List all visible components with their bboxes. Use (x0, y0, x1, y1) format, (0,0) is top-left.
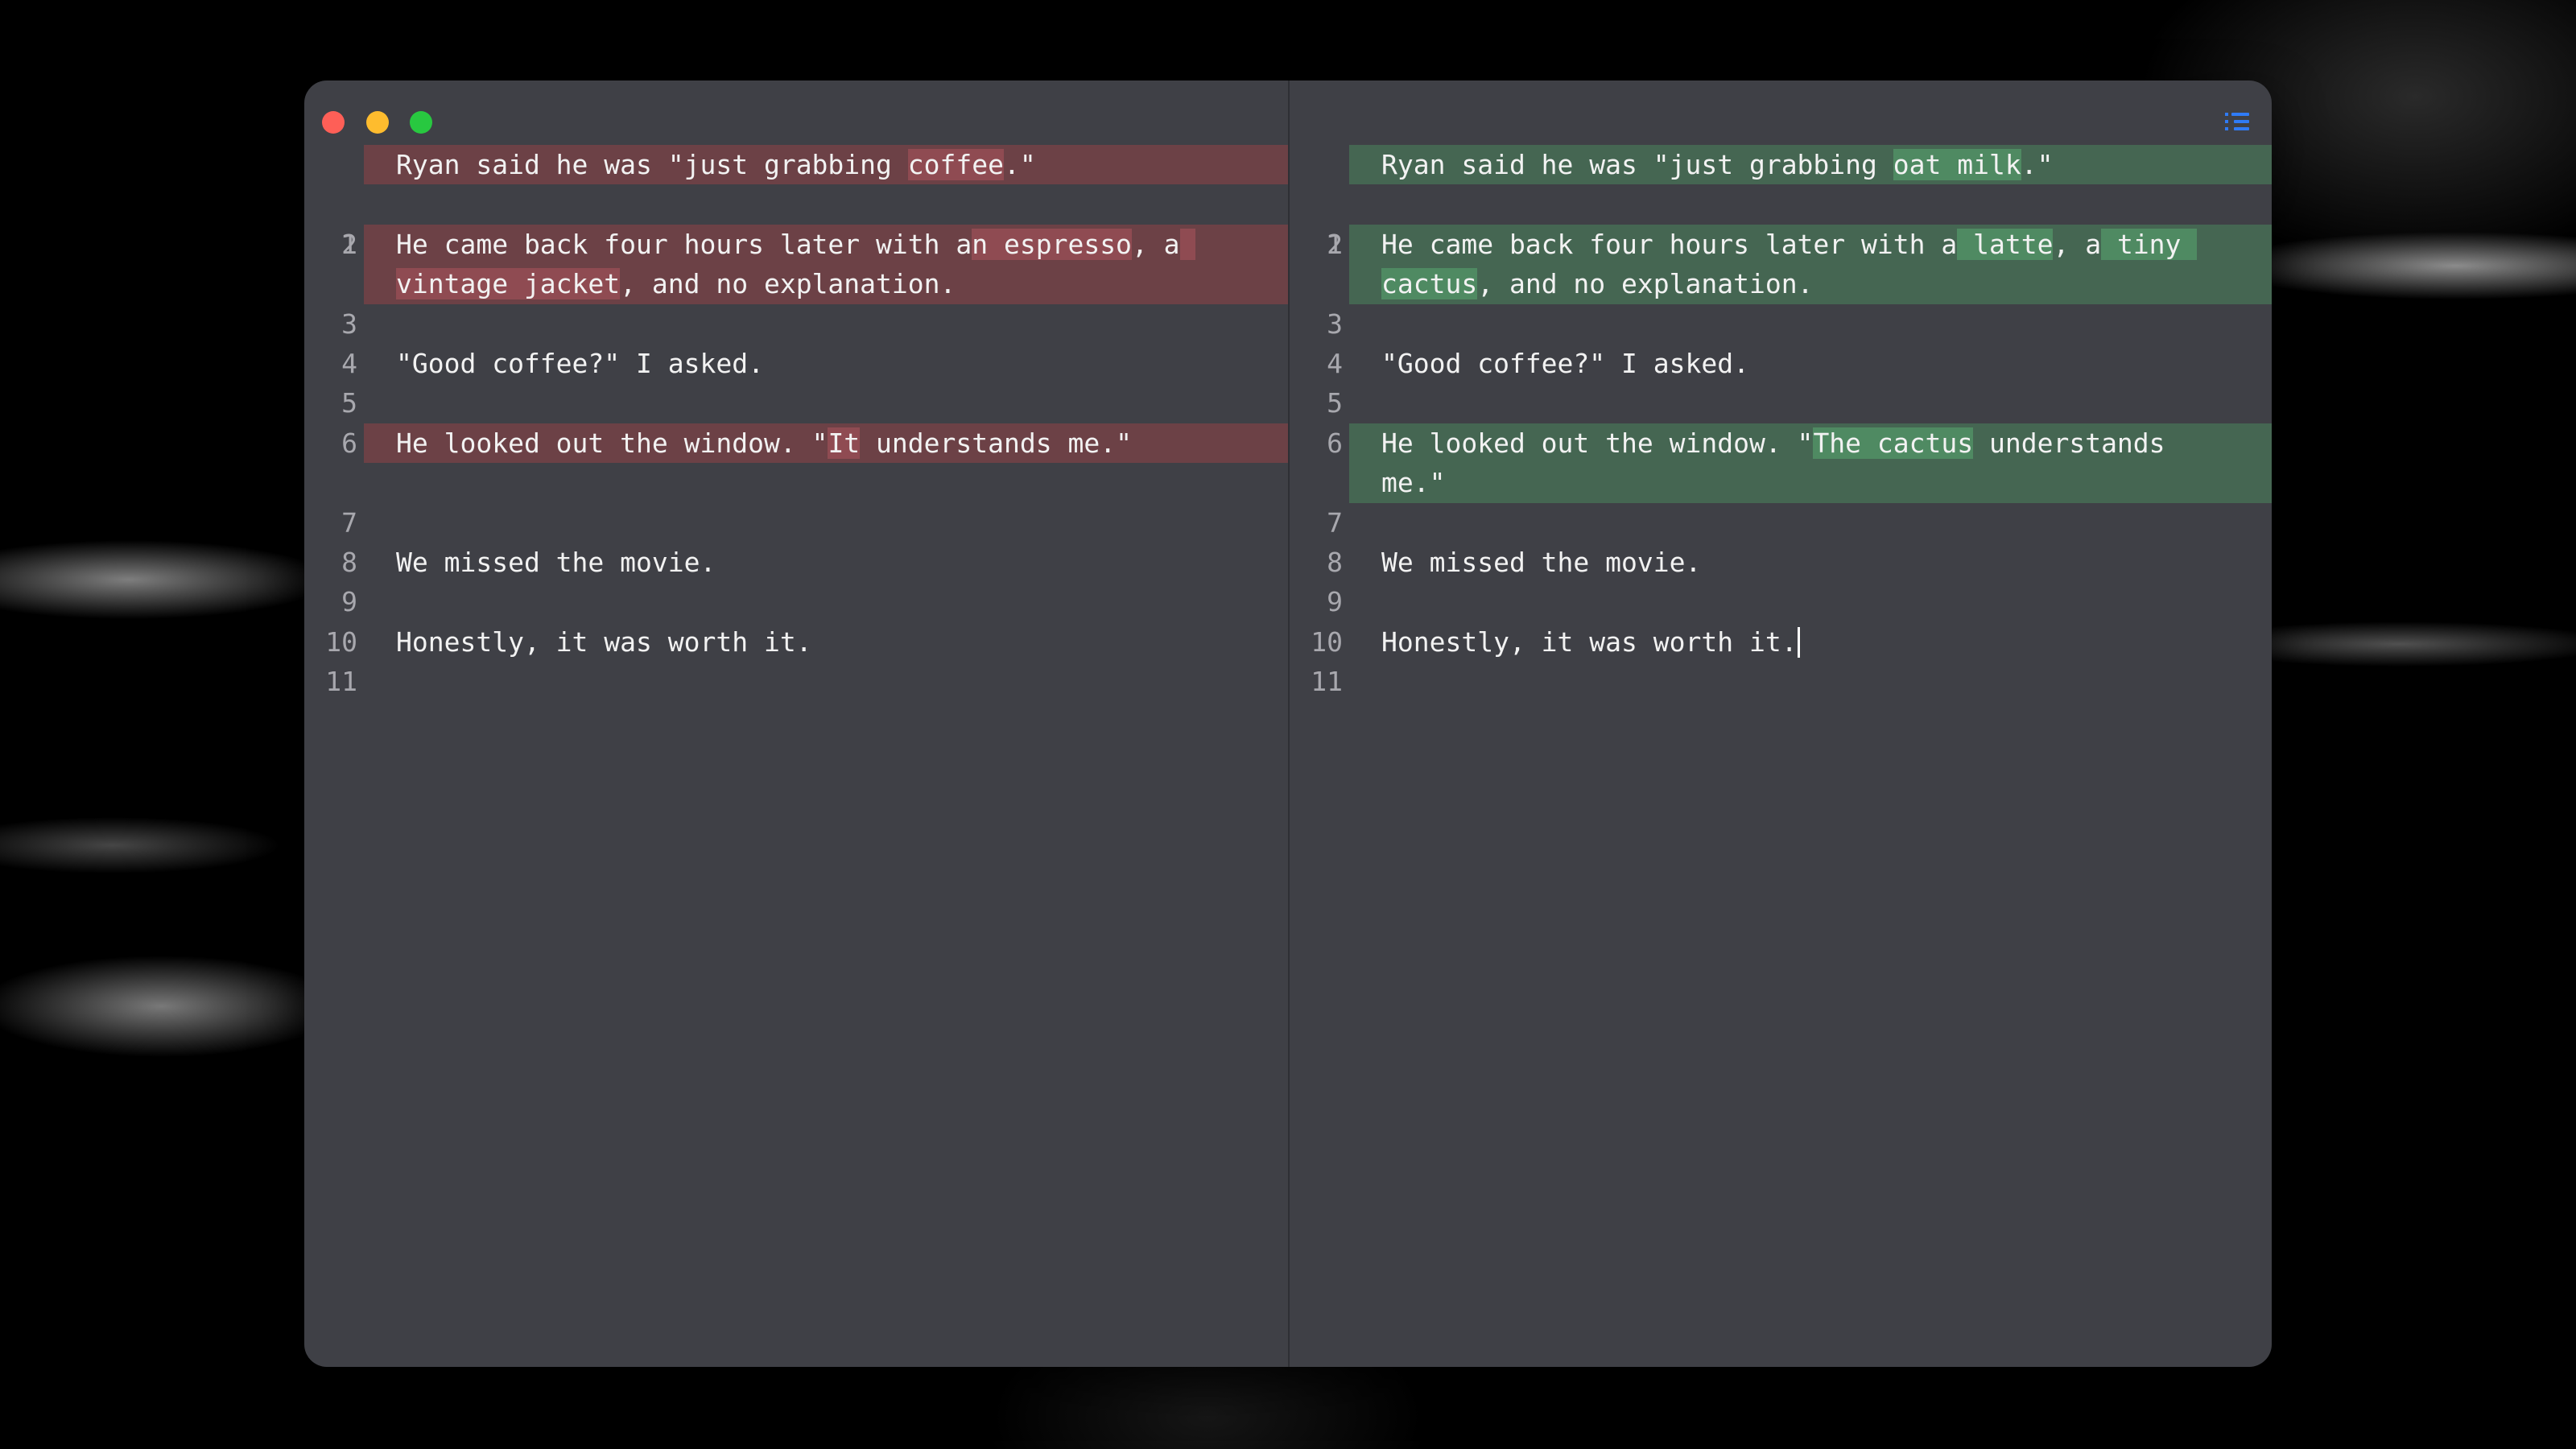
close-button[interactable] (322, 111, 345, 134)
deleted-text: vintage jacket (396, 268, 621, 300)
inserted-text: The cactus (1813, 427, 1974, 459)
line-number: 11 (325, 666, 357, 698)
deleted-text: coffee (907, 149, 1004, 180)
diff-row: 11 Honestly, it was worth it. (304, 622, 1288, 697)
diff-row: 6 (1290, 383, 2272, 459)
diff-row (304, 463, 1288, 502)
line-text[interactable]: me." (1381, 463, 1445, 502)
line-text[interactable]: He looked out the window. "It understand… (396, 423, 1132, 463)
diff-row: 5 "Good coffee?" I asked. (304, 344, 1288, 419)
diff-row: 5 "Good coffee?" I asked. (1290, 344, 2272, 419)
deleted-text (1179, 228, 1196, 260)
line-text[interactable]: Honestly, it was worth it. (1381, 622, 1800, 662)
line-text[interactable]: We missed the movie. (396, 543, 716, 582)
line-text[interactable]: "Good coffee?" I asked. (396, 344, 764, 383)
diff-row: 4 (304, 304, 1288, 379)
diff-row: 8 (304, 503, 1288, 578)
diff-row: 3 He came back four hours later with a l… (1290, 224, 2272, 340)
diff-row: 2 (304, 184, 1288, 260)
line-text[interactable]: We missed the movie. (1381, 543, 1701, 582)
line-text[interactable]: He came back four hours later with an es… (396, 225, 1196, 264)
diff-row: vintage jacket, and no explanation. (304, 264, 1288, 304)
line-text[interactable]: Honestly, it was worth it. (396, 622, 812, 662)
diff-row: 6 (304, 383, 1288, 459)
diff-row: 9 We missed the movie. (304, 543, 1288, 617)
deleted-text: It (828, 427, 861, 459)
inserted-text: cactus (1381, 268, 1478, 300)
diff-row: 7 He looked out the window. "It understa… (304, 423, 1288, 539)
line-text[interactable]: "Good coffee?" I asked. (1381, 344, 1749, 383)
line-text[interactable]: Ryan said he was "just grabbing coffee." (396, 145, 1036, 184)
diff-row: 1 Ryan said he was "just grabbing coffee… (304, 145, 1288, 260)
diff-row: 2 (1290, 184, 2272, 260)
diff-row: 8 (1290, 503, 2272, 578)
diff-row: 1 Ryan said he was "just grabbing oat mi… (1290, 145, 2272, 260)
inserted-text: tiny (2101, 228, 2198, 260)
diff-row: 7 He looked out the window. "The cactus … (1290, 423, 2272, 539)
line-text[interactable]: He looked out the window. "The cactus un… (1381, 423, 2165, 463)
line-number: 11 (1311, 666, 1343, 698)
diff-row: 3 He came back four hours later with an … (304, 224, 1288, 340)
inserted-text: oat milk (1893, 149, 2021, 180)
text-cursor (1797, 626, 1800, 658)
diff-row: me." (1290, 463, 2272, 503)
maximize-button[interactable] (410, 111, 432, 134)
deleted-text: n espresso (972, 228, 1132, 260)
line-text[interactable]: Ryan said he was "just grabbing oat milk… (1381, 145, 2053, 184)
list-icon[interactable] (2223, 109, 2251, 134)
diff-window: 1 Ryan said he was "just grabbing coffee… (304, 80, 2272, 1367)
diff-row: 9 We missed the movie. (1290, 543, 2272, 617)
original-text-pane[interactable]: 1 Ryan said he was "just grabbing coffee… (304, 145, 1288, 1352)
line-text[interactable]: cactus, and no explanation. (1381, 264, 1813, 303)
diff-row: 10 (304, 582, 1288, 658)
diff-row: cactus, and no explanation. (1290, 264, 2272, 304)
inserted-text: latte (1957, 228, 2054, 260)
modified-text-pane[interactable]: 1 Ryan said he was "just grabbing oat mi… (1290, 145, 2272, 1352)
diff-row: 4 (1290, 304, 2272, 379)
line-text[interactable]: vintage jacket, and no explanation. (396, 264, 956, 303)
diff-row: 10 (1290, 582, 2272, 658)
minimize-button[interactable] (366, 111, 389, 134)
line-text[interactable]: He came back four hours later with a lat… (1381, 225, 2198, 264)
added-line-highlight (1349, 463, 2272, 503)
diff-row: 11 Honestly, it was worth it. (1290, 622, 2272, 697)
